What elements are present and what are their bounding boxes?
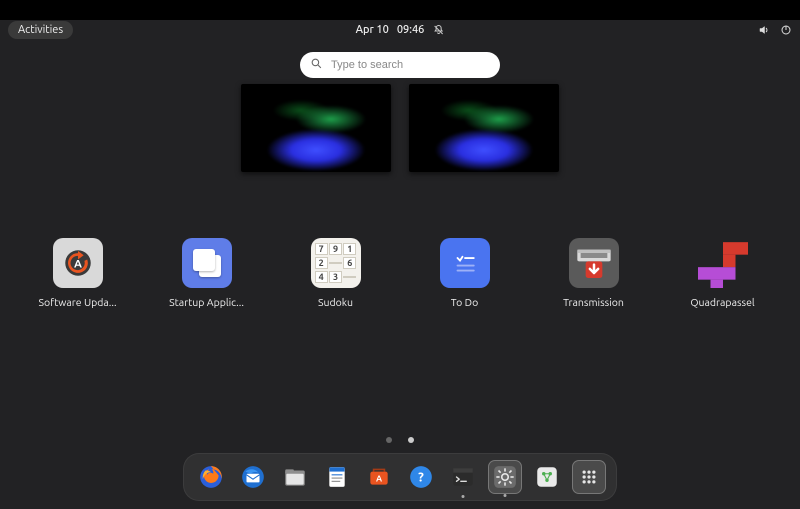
power-icon xyxy=(780,24,792,36)
app-software-updater[interactable]: A Software Upda... xyxy=(36,238,119,308)
app-label: Transmission xyxy=(563,296,624,308)
thunderbird-icon xyxy=(240,464,266,490)
software-icon: A xyxy=(366,464,392,490)
search-field[interactable] xyxy=(300,52,500,78)
page-dot-2[interactable] xyxy=(408,437,414,443)
clock-date: Apr 10 xyxy=(356,24,389,36)
dock-trash[interactable] xyxy=(530,460,564,494)
top-panel: Activities Apr 10 09:46 xyxy=(0,20,800,40)
volume-icon xyxy=(758,24,770,36)
app-label: Startup Applic... xyxy=(169,296,244,308)
app-label: Sudoku xyxy=(318,296,353,308)
page-indicator[interactable] xyxy=(386,437,414,443)
transmission-icon xyxy=(569,238,619,288)
dock-ubuntu-software[interactable]: A xyxy=(362,460,396,494)
software-updater-icon: A xyxy=(53,238,103,288)
svg-text:?: ? xyxy=(418,470,424,484)
dock-help[interactable]: ? xyxy=(404,460,438,494)
writer-icon xyxy=(324,464,350,490)
app-label: Software Upda... xyxy=(38,296,116,308)
dock-show-applications[interactable] xyxy=(572,460,606,494)
grid-icon xyxy=(576,464,602,490)
search-input[interactable] xyxy=(331,59,490,71)
dock-files[interactable] xyxy=(278,460,312,494)
page-dot-1[interactable] xyxy=(386,437,392,443)
notifications-icon xyxy=(432,24,444,36)
titlebar-strip xyxy=(0,0,800,20)
search-icon xyxy=(310,56,323,74)
workspace-thumb-2[interactable] xyxy=(409,84,559,172)
app-label: To Do xyxy=(451,296,478,308)
dock-thunderbird[interactable] xyxy=(236,460,270,494)
sudoku-icon: 791 26 43 xyxy=(311,238,361,288)
clock[interactable]: Apr 10 09:46 xyxy=(356,24,445,36)
firefox-icon xyxy=(198,464,224,490)
wallpaper-thumb xyxy=(241,84,391,172)
files-icon xyxy=(282,464,308,490)
app-grid: A Software Upda... Startup Applic... 791… xyxy=(36,238,764,308)
dock-writer[interactable] xyxy=(320,460,354,494)
workspace-switcher xyxy=(241,84,559,172)
trash-icon xyxy=(534,464,560,490)
app-transmission[interactable]: Transmission xyxy=(552,238,635,308)
wallpaper-thumb xyxy=(409,84,559,172)
dock: A ? xyxy=(183,453,617,501)
dock-settings[interactable] xyxy=(488,460,522,494)
help-icon: ? xyxy=(408,464,434,490)
svg-text:A: A xyxy=(376,473,382,483)
app-todo[interactable]: To Do xyxy=(423,238,506,308)
dock-terminal[interactable] xyxy=(446,460,480,494)
app-quadrapassel[interactable]: Quadrapassel xyxy=(681,238,764,308)
startup-applications-icon xyxy=(182,238,232,288)
svg-text:A: A xyxy=(74,257,82,270)
system-status-area[interactable] xyxy=(758,24,792,36)
quadrapassel-icon xyxy=(698,238,748,288)
gear-icon xyxy=(492,464,518,490)
activities-button[interactable]: Activities xyxy=(8,21,73,39)
terminal-icon xyxy=(450,464,476,490)
workspace-thumb-1[interactable] xyxy=(241,84,391,172)
dock-firefox[interactable] xyxy=(194,460,228,494)
clock-time: 09:46 xyxy=(397,24,425,36)
todo-icon xyxy=(440,238,490,288)
app-label: Quadrapassel xyxy=(690,296,754,308)
app-startup-applications[interactable]: Startup Applic... xyxy=(165,238,248,308)
app-sudoku[interactable]: 791 26 43 Sudoku xyxy=(294,238,377,308)
